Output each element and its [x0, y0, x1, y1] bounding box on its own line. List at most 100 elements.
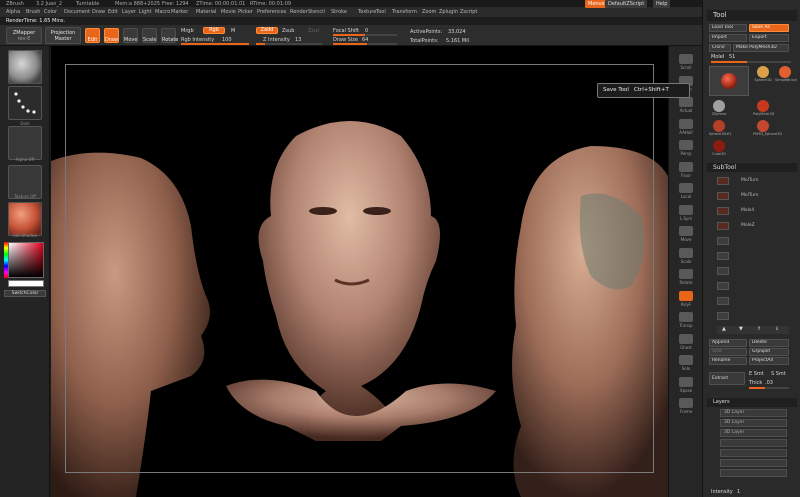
tool-tile[interactable]: Sphere3D#1: [709, 120, 731, 138]
move-up-icon[interactable]: ⇑: [757, 326, 761, 332]
shelf-scroll-button[interactable]: Scroll: [672, 52, 700, 74]
subtool-row[interactable]: [717, 296, 787, 306]
menu-item-document[interactable]: Document: [64, 9, 90, 15]
material-thumbnail[interactable]: [8, 202, 42, 236]
menu-item-transform[interactable]: Transform: [392, 9, 417, 15]
arrow-up-icon[interactable]: ▲: [722, 326, 726, 332]
canvas-viewport[interactable]: [51, 46, 668, 497]
menu-item-light[interactable]: Light: [139, 9, 151, 15]
layer-row[interactable]: 3D Layer: [720, 409, 787, 417]
current-tool-thumbnail[interactable]: [709, 66, 749, 96]
subtool-title[interactable]: SubTool: [707, 163, 797, 172]
menu-item-edit[interactable]: Edit: [108, 9, 118, 15]
draw-size-slider[interactable]: [333, 43, 397, 45]
delete-button[interactable]: Delete: [749, 339, 789, 347]
tool-tile[interactable]: SimpleBrush: [775, 66, 797, 84]
rotate-button[interactable]: Rotate: [161, 28, 178, 43]
layer-row[interactable]: [720, 469, 787, 477]
subtool-row[interactable]: MoleZ: [717, 221, 787, 231]
color-picker[interactable]: [8, 242, 44, 278]
shelf-actual-button[interactable]: Actual: [672, 95, 700, 117]
rgb-toggle[interactable]: Rgb: [203, 27, 225, 34]
shelf-scale-button[interactable]: Scale: [672, 246, 700, 268]
draw-button[interactable]: Draw: [104, 28, 119, 43]
layers-title[interactable]: Layers: [707, 398, 797, 407]
shelf-solo-button[interactable]: Solo: [672, 353, 700, 375]
extract-button[interactable]: Extract: [709, 372, 745, 385]
alpha-thumbnail[interactable]: [8, 126, 42, 160]
shelf-xpose-button[interactable]: Xpose: [672, 375, 700, 397]
shelf-aahalf-button[interactable]: AAHalf: [672, 117, 700, 139]
menu-item-preferences[interactable]: Preferences: [257, 9, 286, 15]
menu-item-zscript[interactable]: Zscript: [460, 9, 477, 15]
layer-row[interactable]: [720, 449, 787, 457]
m-toggle[interactable]: M: [231, 28, 235, 34]
layer-row[interactable]: [720, 459, 787, 467]
default-script-button[interactable]: DefaultZScript: [605, 0, 648, 8]
tool-tile[interactable]: PolyMesh3D: [753, 100, 774, 118]
subtool-row[interactable]: [717, 311, 787, 321]
import-button[interactable]: Import: [709, 34, 747, 42]
menu-item-brush[interactable]: Brush: [26, 9, 40, 15]
move-down-icon[interactable]: ⇓: [775, 326, 779, 332]
subtool-row[interactable]: [717, 236, 787, 246]
rename-button[interactable]: Rename: [709, 357, 747, 365]
layer-row[interactable]: 3D Layer: [720, 419, 787, 427]
shelf-local-button[interactable]: Local: [672, 181, 700, 203]
menu-item-stencil[interactable]: Stencil: [308, 9, 325, 15]
menu-item-color[interactable]: Color: [44, 9, 57, 15]
menu-item-layer[interactable]: Layer: [122, 9, 136, 15]
help-button[interactable]: Help: [653, 0, 671, 8]
menu-item-zoom[interactable]: Zoom: [422, 9, 436, 15]
hue-strip[interactable]: [4, 242, 8, 278]
edit-button[interactable]: Edit: [85, 28, 100, 43]
subtool-row[interactable]: [717, 281, 787, 291]
project-all-button[interactable]: ProjectAll: [749, 357, 789, 365]
append-button[interactable]: Append: [709, 339, 747, 347]
zsub-toggle[interactable]: Zsub: [282, 28, 294, 34]
tool-tile[interactable]: Sphere3D: [753, 66, 773, 84]
subtool-row[interactable]: MolTurn: [717, 176, 787, 186]
shelf-rotate-button[interactable]: Rotate: [672, 267, 700, 289]
menu-item-material[interactable]: Material: [196, 9, 216, 15]
subtool-row[interactable]: Mols4: [717, 206, 787, 216]
stroke-thumbnail[interactable]: [8, 86, 42, 120]
shelf-lsym-button[interactable]: L.Sym: [672, 203, 700, 225]
shelf-transp-button[interactable]: Transp: [672, 310, 700, 332]
make-polymesh-button[interactable]: Make PolyMesh3D: [733, 44, 789, 52]
menu-item-draw[interactable]: Draw: [92, 9, 105, 15]
arrow-down-icon[interactable]: ▼: [739, 326, 743, 332]
scale-button[interactable]: Scale: [142, 28, 157, 43]
move-button[interactable]: Move: [123, 28, 138, 43]
shelf-polyf-button[interactable]: PolyF: [672, 289, 700, 311]
thick-slider[interactable]: [749, 387, 789, 389]
tool-palette-title[interactable]: Tool: [707, 10, 797, 21]
subtool-row[interactable]: MolTurn: [717, 191, 787, 201]
shelf-persp-button[interactable]: Persp: [672, 138, 700, 160]
tool-slider[interactable]: [711, 61, 791, 63]
tool-tile[interactable]: Cube3D: [709, 140, 729, 158]
brush-thumbnail[interactable]: [8, 50, 42, 84]
shelf-floor-button[interactable]: Floor: [672, 160, 700, 182]
subtool-row[interactable]: [717, 266, 787, 276]
menu-item-stroke[interactable]: Stroke: [331, 9, 347, 15]
e-smt-toggle[interactable]: E Smt: [749, 371, 764, 377]
switch-color-button[interactable]: SwitchColor: [4, 290, 46, 297]
mrgb-toggle[interactable]: Mrgb: [181, 28, 194, 34]
menu-item-tool[interactable]: Tool: [376, 9, 386, 15]
split-button[interactable]: Split: [709, 348, 747, 356]
menu-item-macro[interactable]: Macro: [155, 9, 170, 15]
z-intensity-slider[interactable]: [256, 43, 322, 45]
menus-button[interactable]: Menus: [585, 0, 608, 8]
tool-tile[interactable]: PM3D_Sphere3D: [753, 120, 782, 138]
s-smt-toggle[interactable]: S Smt: [771, 371, 786, 377]
menu-item-zplugin[interactable]: Zplugin: [439, 9, 458, 15]
zmapper-button[interactable]: ZMapper rev-E: [6, 27, 42, 44]
shelf-ghost-button[interactable]: Ghost: [672, 332, 700, 354]
menu-item-movie[interactable]: Movie: [221, 9, 236, 15]
layer-row[interactable]: [720, 439, 787, 447]
zadd-toggle[interactable]: Zadd: [256, 27, 278, 34]
tool-tile[interactable]: ZSphere: [709, 100, 729, 118]
menu-item-marker[interactable]: Marker: [171, 9, 188, 15]
menu-item-picker[interactable]: Picker: [238, 9, 253, 15]
